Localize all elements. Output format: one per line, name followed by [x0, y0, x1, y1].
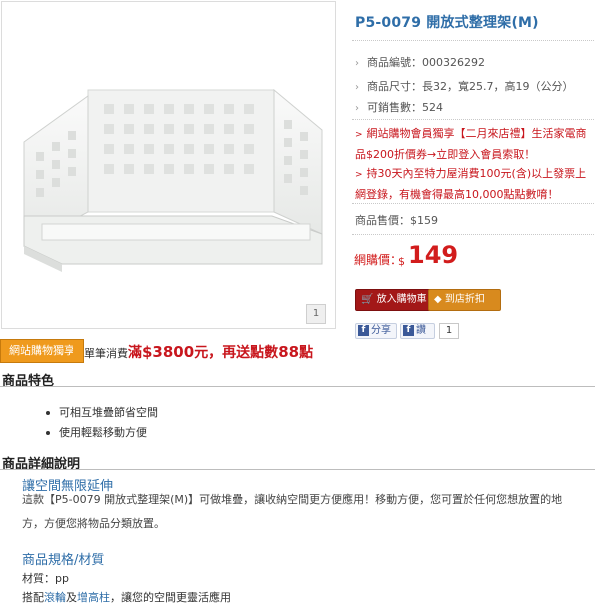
image-page-indicator[interactable]: 1	[306, 304, 326, 324]
product-title: P5-0079 開放式整理架(M)	[355, 15, 539, 31]
sale-price-label: 網購價：	[354, 253, 403, 267]
web-exclusive-badge: 網站購物獨享	[0, 339, 84, 363]
like-count: 1	[439, 323, 459, 339]
spec-item: › 商品尺寸：長32，寬25.7，高19（公分）	[355, 78, 574, 94]
spec-text: 商品尺寸：長32，寬25.7，高19（公分）	[367, 80, 574, 93]
divider	[0, 386, 595, 387]
feature-text: 可相互堆疊節省空間	[59, 406, 158, 419]
product-image[interactable]	[1, 1, 336, 329]
casters-link[interactable]: 滾輪	[44, 591, 66, 604]
sale-price: 149	[408, 241, 459, 269]
banner-amount: $3800	[142, 343, 195, 361]
spend-reward-banner: 單筆消費滿$3800元，再送點數88點	[84, 342, 313, 362]
banner-points: 88	[278, 343, 300, 361]
list-price: 商品售價：$159	[355, 214, 438, 227]
facebook-icon: f	[403, 325, 414, 336]
badge-arrow	[73, 341, 81, 361]
divider	[352, 119, 594, 120]
storage-rack-image	[23, 88, 323, 272]
spec-item: › 可銷售數：524	[355, 99, 443, 115]
add-to-cart-label: 放入購物車	[376, 294, 427, 305]
promo-invoice-points[interactable]: > 持30天內至特力屋消費100元(含)以上發票上 網登錄，有機會得最高10,00…	[355, 164, 605, 204]
accessory-text: 搭配滾輪及增高柱，讓您的空間更靈活應用	[22, 589, 231, 605]
arrow-right-icon: >	[355, 130, 363, 140]
riser-link[interactable]: 增高柱	[77, 591, 110, 604]
banner-suffix: 點	[299, 345, 314, 361]
chevron-right-icon: ›	[355, 58, 359, 69]
store-coupon-label: 到店折扣券	[434, 294, 485, 325]
add-to-cart-button[interactable]: 🛒 放入購物車	[355, 289, 434, 311]
material-text: 材質：pp	[22, 572, 69, 585]
promo-text: 網登錄，有機會得最高10,000點點數唷！	[355, 188, 559, 201]
cart-icon: 🛒	[361, 294, 374, 305]
combo-pre: 搭配	[22, 591, 44, 604]
feature-item: 可相互堆疊節省空間	[46, 404, 158, 420]
feature-text: 使用輕鬆移動方便	[59, 426, 147, 439]
promo-text: 持30天內至特力屋消費100元(含)以上發票上	[366, 167, 587, 180]
spec-item: › 商品編號：000326292	[355, 54, 485, 70]
divider	[352, 203, 594, 204]
divider	[352, 40, 594, 41]
banner-pre: 單筆消費	[84, 347, 128, 360]
details-paragraph: 這款【P5-0079 開放式整理架(M)】可做堆疊，讓收納空間更方便應用！移動方…	[22, 488, 602, 536]
paragraph-line: 這款【P5-0079 開放式整理架(M)】可做堆疊，讓收納空間更方便應用！移動方…	[22, 493, 563, 506]
divider	[352, 234, 594, 235]
spec-text: 商品編號：000326292	[367, 56, 485, 69]
banner-mid: 元，再送點數	[194, 345, 279, 361]
feature-item: 使用輕鬆移動方便	[46, 424, 147, 440]
specs-subheading: 商品規格/材質	[22, 553, 105, 568]
promo-text: 網站購物會員獨享【二月來店禮】生活家電商	[366, 127, 587, 140]
facebook-like-button[interactable]: f讚	[400, 323, 435, 339]
sale-price-currency: $	[398, 255, 405, 268]
bullet-icon	[46, 431, 50, 435]
paragraph-line: 方，方便您將物品分類放置。	[22, 517, 165, 530]
promo-text: 品$200折價券→立即登入會員索取！	[355, 148, 536, 161]
chevron-right-icon: ›	[355, 103, 359, 114]
spec-text: 可銷售數：524	[367, 101, 443, 114]
like-label: 讚	[416, 325, 426, 336]
share-label: 分享	[371, 325, 391, 336]
promo-member-coupon[interactable]: > 網站購物會員獨享【二月來店禮】生活家電商 品$200折價券→立即登入會員索取！	[355, 124, 605, 164]
banner-amount-prefix: 滿	[128, 345, 142, 361]
arrow-right-icon: >	[355, 170, 363, 180]
combo-post: ，讓您的空間更靈活應用	[110, 591, 231, 604]
tag-icon: ◆	[434, 294, 442, 305]
divider	[0, 469, 595, 470]
store-coupon-button[interactable]: ◆ 到店折扣券	[428, 289, 501, 325]
combo-and: 及	[66, 591, 77, 604]
chevron-right-icon: ›	[355, 82, 359, 93]
facebook-icon: f	[358, 325, 369, 336]
facebook-share-button[interactable]: f 分享	[355, 323, 397, 339]
bullet-icon	[46, 411, 50, 415]
